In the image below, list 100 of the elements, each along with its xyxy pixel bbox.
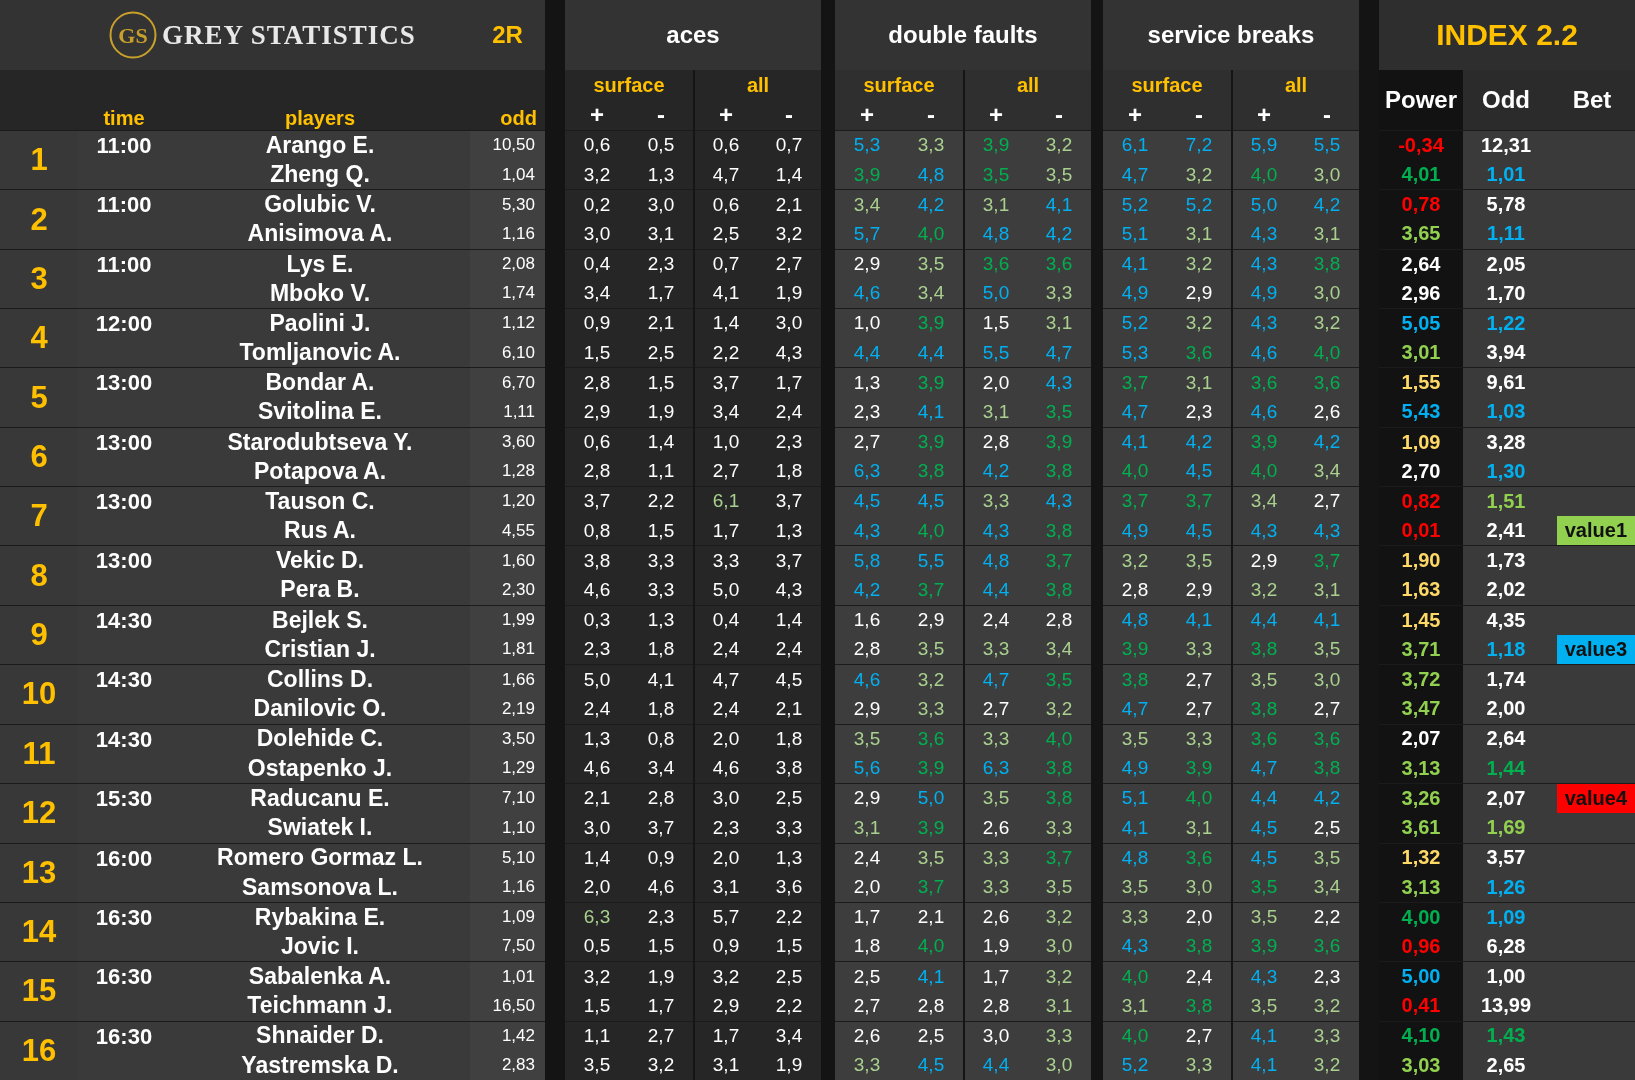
player-name: Tomljanovic A. xyxy=(238,338,402,368)
stat-value: 2,5 xyxy=(757,961,821,991)
odd-value: 1,11 xyxy=(470,397,545,427)
stat-value: 3,9 xyxy=(1231,426,1295,457)
stat-value: 2,2 xyxy=(629,486,693,516)
stat-value: 4,4 xyxy=(1231,604,1295,635)
stat-value: 3,7 xyxy=(757,545,821,576)
player-name: Samsonova L. xyxy=(241,872,399,902)
stat-value: 3,1 xyxy=(693,872,757,902)
odd-value: 10,50 xyxy=(470,130,545,160)
stat-value: 3,4 xyxy=(1231,486,1295,516)
odd-value: 6,10 xyxy=(470,337,545,368)
power-value: 2,07 xyxy=(1379,723,1463,754)
power-value: 0,01 xyxy=(1379,515,1463,546)
stat-value: 6,3 xyxy=(565,901,629,932)
stat-value: 1,5 xyxy=(629,931,693,962)
stat-value: 1,7 xyxy=(963,961,1027,991)
stat-value: 0,8 xyxy=(629,723,693,754)
stat-value: 3,5 xyxy=(1231,664,1295,694)
odd-value: 1,10 xyxy=(470,812,545,843)
stat-value: 3,3 xyxy=(963,723,1027,754)
odd-value: 1,81 xyxy=(470,634,545,665)
stat-value: 3,9 xyxy=(963,130,1027,160)
power-value: 3,01 xyxy=(1379,337,1463,368)
stat-value: 2,4 xyxy=(693,634,757,665)
stat-value: 0,8 xyxy=(565,515,629,546)
stat-value: 4,1 xyxy=(693,278,757,309)
stat-value: 1,5 xyxy=(757,931,821,962)
stat-value: 2,5 xyxy=(693,219,757,249)
stat-value: 0,6 xyxy=(565,130,629,160)
sign-header: - xyxy=(899,100,963,130)
player-name: Starodubtseva Y. xyxy=(170,426,470,457)
power-value: 4,00 xyxy=(1379,901,1463,932)
match-time: 13:00 xyxy=(78,545,170,605)
power-value: 5,05 xyxy=(1379,308,1463,338)
power-value: 3,26 xyxy=(1379,782,1463,813)
odd-value: 5,10 xyxy=(470,842,545,873)
stat-value: 2,0 xyxy=(963,367,1027,398)
odd-value: 1,12 xyxy=(470,308,545,338)
stat-value: 1,7 xyxy=(757,367,821,398)
odd-value: 2,08 xyxy=(470,248,545,279)
stat-value: 6,1 xyxy=(693,486,757,516)
power-value: 3,13 xyxy=(1379,872,1463,902)
match-time: 11:00 xyxy=(78,189,170,249)
sign-header: + xyxy=(835,100,899,130)
odd-value: 1,16 xyxy=(470,219,545,249)
stat-value: 2,1 xyxy=(629,308,693,338)
logo-emblem: GS xyxy=(108,10,158,60)
stat-value: 1,4 xyxy=(757,604,821,635)
stat-value: 1,9 xyxy=(757,278,821,309)
match-time: 14:30 xyxy=(78,664,170,724)
stat-value: 3,6 xyxy=(1231,367,1295,398)
column-header: odd xyxy=(470,70,545,130)
stat-value: 3,3 xyxy=(693,545,757,576)
stat-value: 1,4 xyxy=(629,426,693,457)
stat-value: 1,5 xyxy=(565,990,629,1021)
match-time: 16:30 xyxy=(78,901,170,962)
sign-header: - xyxy=(1027,100,1091,130)
match-time: 13:00 xyxy=(78,486,170,546)
stat-value: 2,5 xyxy=(629,337,693,368)
subgroup-header: surface xyxy=(1103,70,1231,100)
power-value: 5,00 xyxy=(1379,961,1463,991)
stat-value: 2,4 xyxy=(757,397,821,427)
player-name: Arango E. xyxy=(170,130,470,160)
stat-value: 3,6 xyxy=(1231,723,1295,754)
stat-value: 3,2 xyxy=(565,159,629,190)
stat-value: 2,1 xyxy=(757,189,821,220)
odd-value: 2,30 xyxy=(470,575,545,605)
player-name: Pera B. xyxy=(279,575,361,605)
stat-value: 2,4 xyxy=(693,693,757,724)
stat-value: 1,8 xyxy=(757,723,821,754)
stat-value: 3,2 xyxy=(757,219,821,249)
stat-value: 2,9 xyxy=(565,397,629,427)
player-name: Bondar A. xyxy=(170,367,470,398)
stat-value: 3,0 xyxy=(629,189,693,220)
stat-value: 0,6 xyxy=(693,189,757,220)
odd-value: 16,50 xyxy=(470,990,545,1021)
player-name: Zheng Q. xyxy=(269,160,371,189)
stat-value: 5,9 xyxy=(1231,130,1295,160)
stat-value: 2,7 xyxy=(757,248,821,279)
stat-value: 3,8 xyxy=(757,753,821,783)
stat-value: 0,5 xyxy=(629,130,693,160)
stat-value: 3,2 xyxy=(565,961,629,991)
stat-value: 4,8 xyxy=(963,545,1027,576)
stat-value: 4,6 xyxy=(565,753,629,783)
stat-value: 4,6 xyxy=(565,575,629,605)
stat-value: 2,9 xyxy=(1231,545,1295,576)
stat-value: 3,1 xyxy=(693,1050,757,1080)
odd-value: 1,09 xyxy=(470,901,545,932)
stat-value: 3,1 xyxy=(963,189,1027,220)
column-header: time xyxy=(78,70,170,130)
stat-value: 3,4 xyxy=(693,397,757,427)
stat-value: 2,2 xyxy=(757,901,821,932)
odd-value: 1,20 xyxy=(470,486,545,516)
stat-value: 2,7 xyxy=(629,1020,693,1051)
odd-value: 1,01 xyxy=(470,961,545,991)
stat-value: 2,7 xyxy=(693,456,757,487)
index-title: INDEX 2.2 xyxy=(1379,0,1635,70)
stat-value: 5,7 xyxy=(693,901,757,932)
odd-value: 6,70 xyxy=(470,367,545,398)
